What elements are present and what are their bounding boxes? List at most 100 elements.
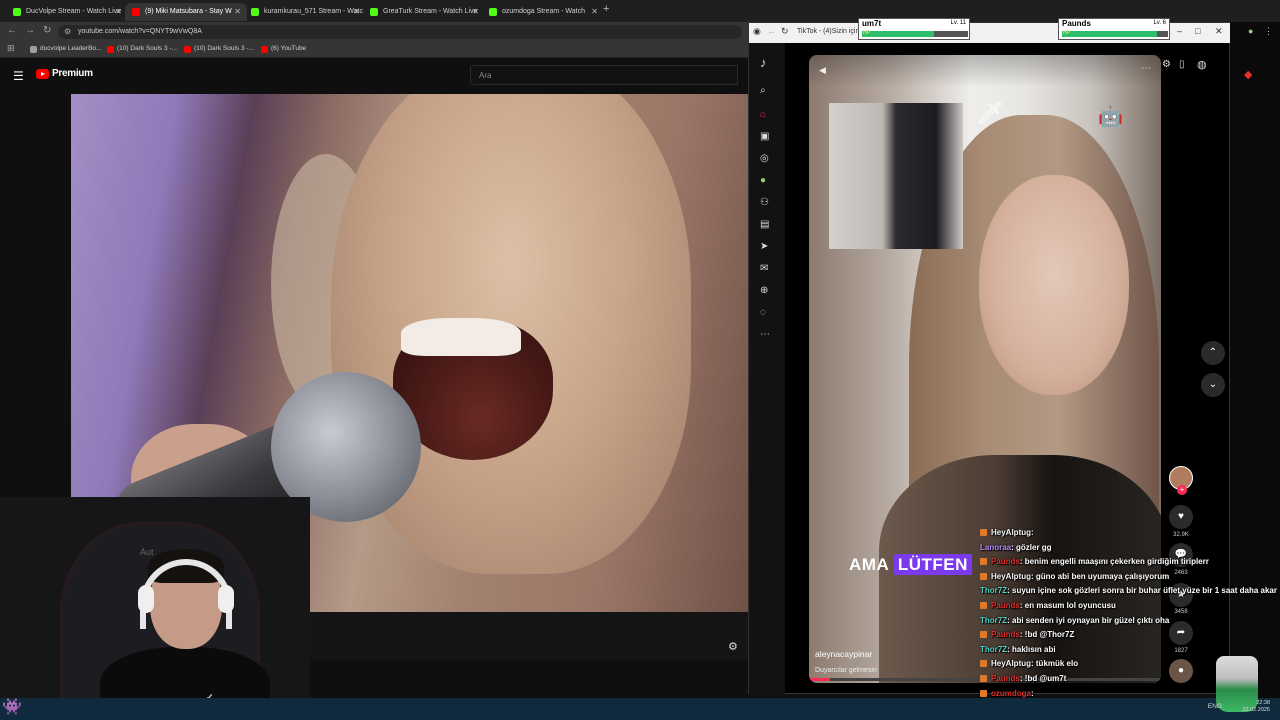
chat-message: Lanoraa: gözler gg	[980, 543, 1052, 552]
bookmark-item[interactable]: (6) YouTube	[261, 45, 306, 53]
previous-video-button[interactable]: ⌃	[1201, 341, 1225, 365]
chat-username: Paunds	[991, 557, 1020, 567]
chat-username: Thor7Z	[980, 615, 1008, 625]
video-top-gradient	[809, 55, 1161, 87]
extension-red-icon[interactable]: ◆	[1244, 68, 1252, 81]
bookmark-item[interactable]: (10) Dark Souls 3 -...	[184, 45, 254, 53]
hamburger-menu-icon[interactable]: ☰	[13, 69, 24, 83]
video-author[interactable]: aleynacaypinar	[815, 649, 872, 659]
tiktok-logo-icon[interactable]: ♪	[760, 55, 767, 70]
chat-badge-icon	[980, 529, 987, 536]
reload-icon[interactable]: ↻	[781, 26, 789, 37]
tray-clock[interactable]: 22:38 22.02.2025	[1242, 700, 1270, 714]
chat-badge-icon	[980, 675, 987, 682]
tab-label: kuramkurau_571 Stream - Watc	[264, 8, 363, 15]
chat-message: HeyAlptug: güno abi ben uyumaya çalışıyo…	[980, 572, 1169, 581]
chat-username: Thor7Z	[980, 586, 1008, 596]
youtube-logo-icon[interactable]	[36, 69, 49, 79]
upload-icon[interactable]: ⊕	[760, 285, 768, 296]
tab-ozumdoga[interactable]: ozumdoga Stream - Watch ✕	[482, 3, 604, 21]
hud-hp-label: HP	[863, 30, 870, 36]
tab-kuramkurau[interactable]: kuramkurau_571 Stream - Watc ✕	[244, 3, 366, 21]
tiktok-sidebar: ♪ ⌕ ⌂ ▣ ◎ ● ⚇ ▤ ➤ ✉ ⊕ ◌ ⋯	[749, 43, 785, 695]
tab-miki-matsubara[interactable]: (9) Miki Matsubara - Stay W ✕	[125, 3, 247, 21]
search-input[interactable]: Ara	[470, 65, 738, 85]
follow-plus-icon[interactable]: +	[1177, 485, 1187, 495]
kick-favicon-icon	[489, 8, 497, 16]
apps-grid-icon[interactable]: ⊞	[7, 43, 15, 54]
maximize-icon[interactable]: □	[1195, 26, 1200, 36]
site-info-icon[interactable]: ⚙	[64, 25, 71, 39]
close-window-icon[interactable]: ✕	[1215, 26, 1223, 37]
home-icon[interactable]: ⌂	[760, 109, 766, 120]
settings-gear-icon[interactable]: ⚙	[728, 640, 738, 653]
chat-text: : tükmük elo	[1031, 659, 1079, 669]
back-icon[interactable]: ←	[7, 25, 17, 36]
close-tab-icon[interactable]: ✕	[353, 3, 360, 21]
close-tab-icon[interactable]: ✕	[591, 3, 598, 21]
extension-avatar-icon[interactable]: ●	[1248, 26, 1253, 36]
chat-message: Thor7Z: suyun içine sok gözleri sonra bi…	[980, 586, 1277, 595]
video-frame-face	[979, 175, 1129, 395]
address-bar-row: ← → ↻ ⚙ youtube.com/watch?v=QNYT9wVwQ8A	[0, 22, 748, 42]
pixel-robot-sprite-icon: 🤖	[1098, 106, 1123, 128]
explore-icon[interactable]: ◎	[760, 153, 769, 164]
reload-icon[interactable]: ↻	[43, 25, 51, 36]
hud-player-name: Paunds	[1062, 19, 1091, 28]
window-app-icon: ◉	[753, 26, 761, 36]
video-progress-fill	[809, 678, 831, 681]
close-tab-icon[interactable]: ✕	[115, 3, 122, 21]
chat-message: HeyAlptug: tükmük elo	[980, 659, 1078, 668]
like-button[interactable]: ♥	[1169, 505, 1193, 529]
close-tab-icon[interactable]: ✕	[234, 3, 241, 21]
tab-label: (9) Miki Matsubara - Stay W	[145, 8, 232, 15]
kebab-menu-icon[interactable]: ⋮	[1264, 26, 1273, 37]
new-tab-icon[interactable]: +	[603, 3, 609, 15]
shop-icon[interactable]: ▣	[760, 131, 769, 142]
settings-icon[interactable]: ⚙	[1162, 59, 1171, 70]
caption-word: AMA	[849, 555, 889, 574]
chat-text: : benim engelli maaşını çekerken girdiği…	[1019, 557, 1209, 567]
bookmark-item[interactable]: (10) Dark Souls 3 -...	[107, 45, 177, 53]
chat-text: : güno abi ben uyumaya çalışıyorum	[1031, 571, 1170, 581]
hud-player-level: Lv. 11	[950, 20, 966, 26]
inbox-icon[interactable]: ✉	[760, 263, 768, 274]
messages-icon[interactable]: ➤	[760, 241, 768, 252]
kick-favicon-icon	[370, 8, 378, 16]
next-video-button[interactable]: ⌄	[1201, 373, 1225, 397]
windows-taskbar	[0, 698, 1280, 720]
youtube-favicon-icon	[107, 46, 114, 53]
more-icon[interactable]: ⋯	[760, 329, 770, 340]
chat-text: :	[1031, 528, 1034, 537]
mobile-icon[interactable]: ▯	[1179, 59, 1185, 70]
youtube-favicon-icon	[184, 46, 191, 53]
back-icon[interactable]: ←	[767, 26, 776, 36]
forward-icon[interactable]: →	[25, 25, 35, 36]
chat-badge-icon	[980, 558, 987, 566]
hud-hp-bar: HP	[1062, 30, 1168, 37]
live-icon[interactable]: ▤	[760, 219, 769, 230]
chat-username: Paunds	[991, 601, 1020, 610]
tray-language[interactable]: ENG	[1208, 703, 1222, 710]
chat-badge-icon	[980, 660, 987, 668]
search-icon[interactable]: ⌕	[760, 85, 766, 96]
chat-username: HeyAlptug	[991, 659, 1031, 669]
chat-badge-icon	[980, 602, 987, 609]
chair-logo-text: Aut	[140, 547, 154, 557]
bookmark-item[interactable]: ducvolpe LeaderBo...	[30, 45, 101, 53]
tab-ducvolpe[interactable]: DucVolpe Stream - Watch Live ✕	[6, 3, 128, 21]
following-avatar-icon[interactable]: ●	[760, 175, 766, 186]
mute-icon[interactable]: ◀	[819, 65, 826, 76]
profile-icon[interactable]: ◌	[760, 307, 766, 318]
chat-message: Paunds: !bd @Thor7Z	[980, 630, 1074, 639]
minimize-icon[interactable]: –	[1177, 26, 1182, 36]
hud-player-card: um7t Lv. 11 HP	[858, 18, 970, 40]
profile-avatar-icon[interactable]: ◍	[1197, 58, 1207, 71]
tab-greaturk[interactable]: GreaTurk Stream - Watch Live ✕	[363, 3, 485, 21]
more-options-icon[interactable]: ⋯	[1141, 63, 1151, 74]
chat-message: Paunds: benim engelli maaşını çekerken g…	[980, 557, 1209, 566]
friends-icon[interactable]: ⚇	[760, 197, 769, 208]
url-input[interactable]: ⚙ youtube.com/watch?v=QNYT9wVwQ8A	[58, 25, 742, 39]
video-inset-image	[829, 103, 963, 249]
close-tab-icon[interactable]: ✕	[472, 3, 479, 21]
